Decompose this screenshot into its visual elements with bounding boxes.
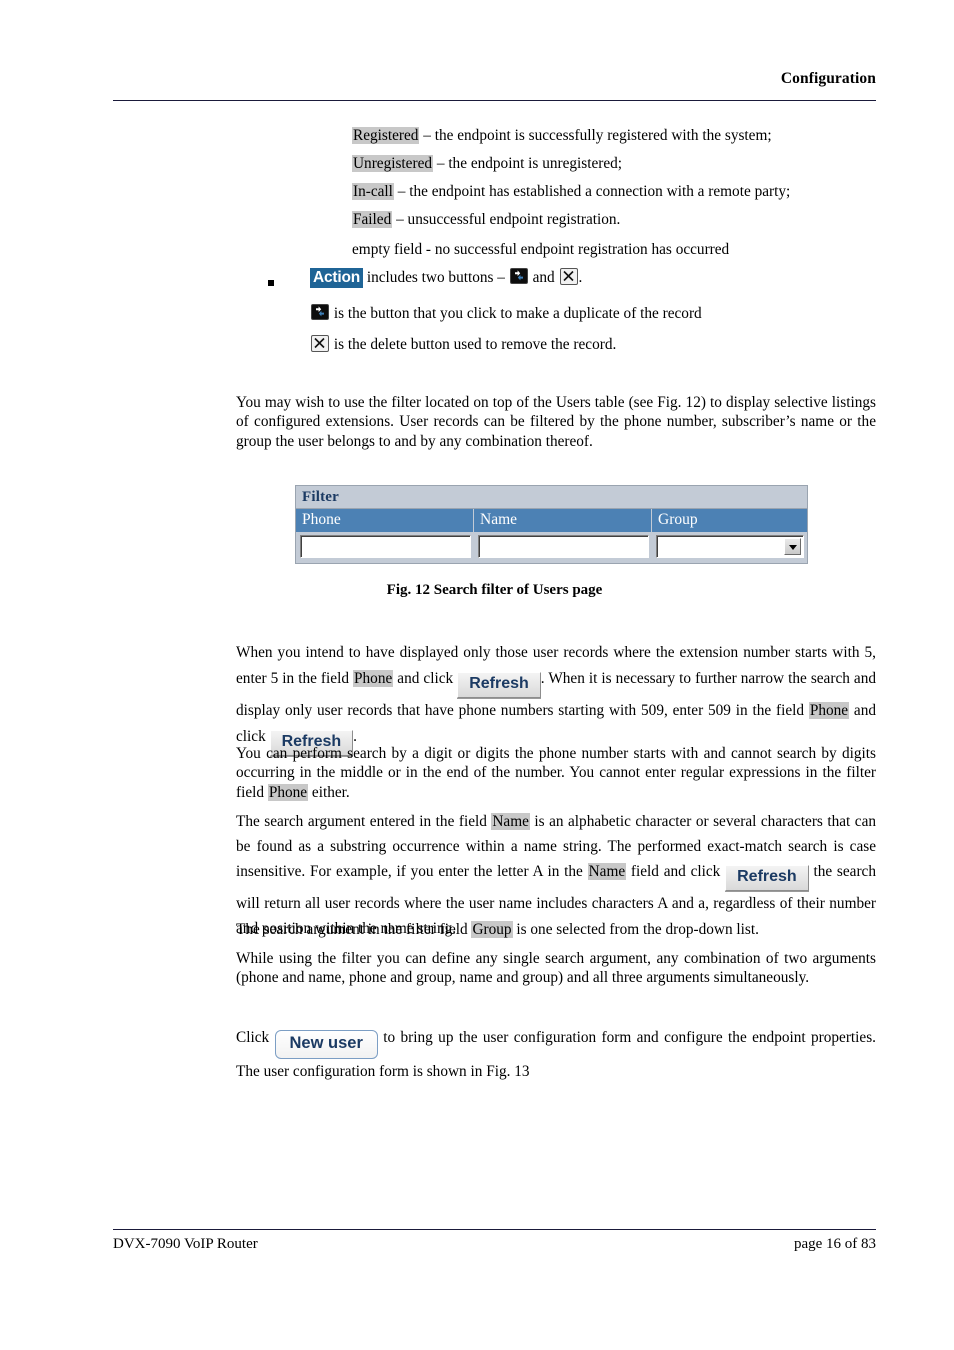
status-term-failed: Failed [352,211,393,228]
filter-cell-name [474,534,652,559]
field-ref-group: Group [471,921,513,938]
field-ref-name: Name [491,813,530,830]
document-page: Configuration Registered – the endpoint … [0,0,954,1350]
delete-description-text: is the delete button used to remove the … [333,336,617,353]
header-divider [113,100,876,101]
chevron-down-icon[interactable] [784,538,801,555]
paragraph-combination: While using the filter you can define an… [236,950,876,987]
group-para-text-2: is one selected from the drop-down list. [512,921,759,938]
name-filter-input[interactable] [478,535,649,558]
status-desc-failed: – unsuccessful endpoint registration. [392,211,621,228]
filter-title: Filter [296,486,807,508]
paragraph-filter-intro: You may wish to use the filter located o… [236,394,876,450]
footer-page-number: page 16 of 83 [793,1236,876,1252]
filter-cell-group [652,534,807,559]
status-item-empty-field: empty field - no successful endpoint reg… [352,241,730,258]
action-text-after: . [578,269,583,286]
action-column-badge: Action [310,268,364,288]
status-desc-unregistered: – the endpoint is unregistered; [433,155,623,172]
paragraph-digits: You can perform search by a digit or dig… [236,744,876,802]
status-item-incall: In-call – the endpoint has established a… [352,182,790,201]
filter-figure: Filter Phone Name Group [295,485,808,564]
action-row: Action includes two buttons – and . [310,268,583,288]
column-header-phone: Phone [296,509,474,532]
name-para-text-1: The search argument entered in the field [236,813,492,830]
filter-header-row: Phone Name Group [296,508,807,532]
status-term-registered: Registered [352,127,420,144]
field-ref-phone: Phone [267,783,309,801]
paragraph-group: The search argument in the filter field … [236,920,876,939]
paragraph-refresh: When you intend to have displayed only t… [236,640,876,756]
delete-x-icon[interactable] [559,268,578,285]
status-item-failed: Failed – unsuccessful endpoint registrat… [352,210,620,229]
action-text-before: includes two buttons – [366,269,509,286]
field-ref-name: Name [587,863,627,880]
refresh-para-text-5: . [353,728,357,745]
refresh-button[interactable]: Refresh [457,672,541,698]
figure-caption-12: Fig. 12 Search filter of Users page [386,582,603,598]
digits-para-text-2: either. [308,783,350,801]
field-ref-phone: Phone [808,702,850,719]
bullet-marker [268,280,274,286]
filter-cell-phone [296,534,474,559]
duplicate-icon[interactable] [311,304,329,320]
newuser-para-text-1: Click [236,1029,275,1046]
refresh-para-text-2: and click [393,670,458,687]
duplicate-icon[interactable] [509,268,528,284]
status-term-incall: In-call [352,183,394,200]
paragraph-new-user: Click New user to bring up the user conf… [236,1025,876,1085]
group-para-text-1: The search argument in the filter field [236,921,472,938]
duplicate-description-text: is the button that you click to make a d… [333,305,702,322]
status-term-unregistered: Unregistered [352,155,434,172]
duplicate-description-row: is the button that you click to make a d… [310,304,702,323]
action-text-middle: and [528,269,559,286]
group-filter-select[interactable] [656,535,804,558]
status-item-unregistered: Unregistered – the endpoint is unregiste… [352,154,622,173]
header-title: Configuration [780,70,876,87]
delete-description-row: is the delete button used to remove the … [310,335,616,354]
new-user-button[interactable]: New user [274,1030,378,1059]
status-desc-incall: – the endpoint has established a connect… [393,183,791,200]
column-header-group: Group [658,511,698,528]
page-footer: DVX-7090 VoIP Router page 16 of 83 [113,1236,876,1253]
footer-product-name: DVX-7090 VoIP Router [113,1236,258,1252]
status-item-registered: Registered – the endpoint is successfull… [352,126,772,145]
filter-input-row [296,532,807,563]
status-desc-registered: – the endpoint is successfully registere… [419,127,772,144]
phone-filter-input[interactable] [300,535,471,558]
delete-x-icon[interactable] [311,335,329,352]
refresh-button[interactable]: Refresh [725,865,809,891]
name-para-text-3: field and click [626,863,726,880]
column-header-name: Name [474,509,652,532]
footer-divider [113,1229,876,1230]
page-header: Configuration [113,70,876,88]
field-ref-phone: Phone [353,670,394,687]
